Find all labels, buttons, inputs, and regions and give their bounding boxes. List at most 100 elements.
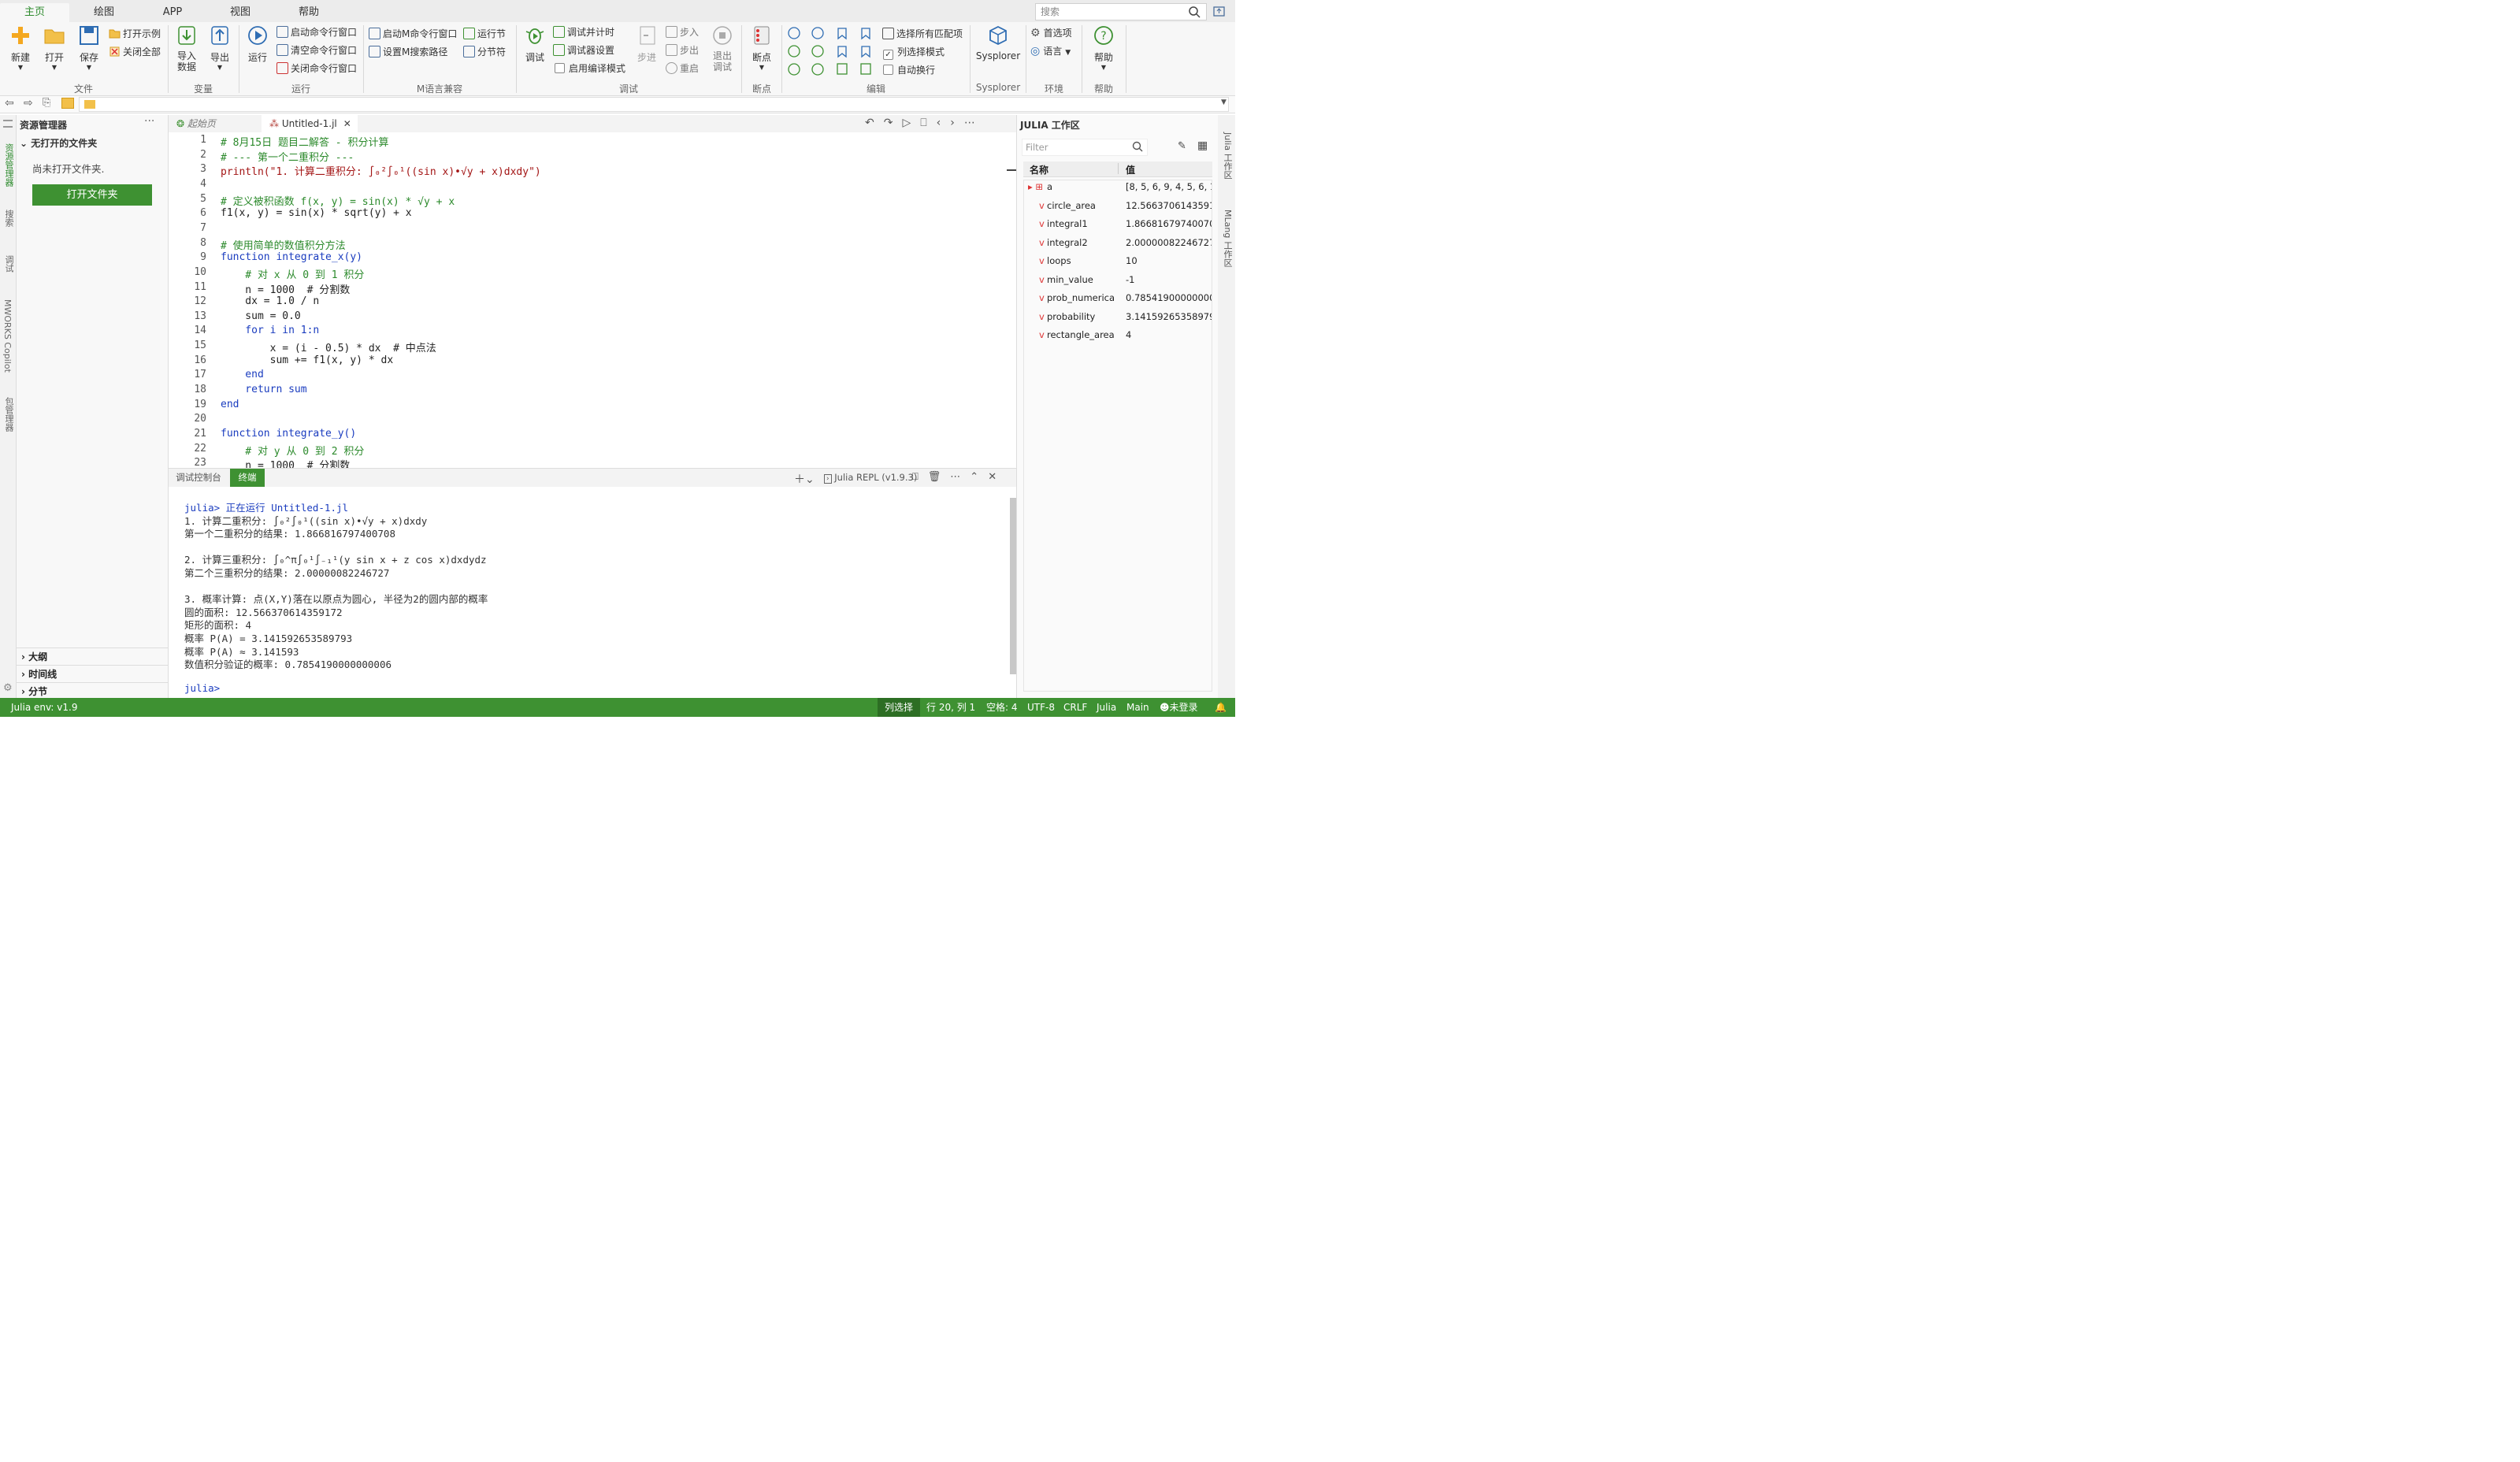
column-select-checkbox[interactable]: ✓ 列选择模式: [883, 45, 945, 60]
restart-button[interactable]: 重启: [666, 61, 699, 76]
activity-package-manager[interactable]: 包管理器: [2, 397, 15, 432]
code-line[interactable]: n = 1000 # 分割数: [221, 457, 350, 468]
terminal[interactable]: julia> 正在运行 Untitled-1.jl 1. 计算二重积分: ∫₀²∫…: [169, 487, 1016, 698]
code-line[interactable]: # 使用简单的数值积分方法: [221, 237, 346, 252]
close-all-button[interactable]: 关闭全部: [109, 45, 161, 59]
notifications-icon[interactable]: 🔔: [1215, 698, 1227, 717]
forward-arrow-icon[interactable]: ⇨: [24, 97, 33, 109]
search-icon[interactable]: [1188, 6, 1201, 18]
debug-button[interactable]: 调试: [521, 25, 548, 64]
workspace-row[interactable]: v rectangle_area 4: [1023, 326, 1212, 344]
help-button[interactable]: ? 帮助 ▼: [1090, 25, 1117, 71]
code-line[interactable]: dx = 1.0 / n: [221, 295, 319, 307]
status-env[interactable]: Julia env: v1.9: [11, 698, 77, 717]
grid-view-icon[interactable]: ▦: [1197, 139, 1208, 152]
activity-mlang-workspace[interactable]: MLang 工作区: [1221, 210, 1234, 267]
open-example-button[interactable]: 打开示例: [109, 27, 161, 41]
more-icon[interactable]: ···: [144, 115, 154, 128]
section-break-button[interactable]: 分节符: [463, 45, 506, 59]
auto-wrap-checkbox[interactable]: 自动换行: [883, 63, 935, 77]
status-encoding[interactable]: UTF-8: [1027, 698, 1055, 717]
back-arrow-icon[interactable]: ⇦: [5, 97, 14, 109]
status-selection-mode[interactable]: 列选择: [878, 698, 920, 717]
code-editor[interactable]: 1 # 8月15日 题目二解答 - 积分计算 2 # --- 第一个二重积分 --- 3…: [169, 132, 1016, 468]
code-line[interactable]: end: [221, 369, 264, 380]
open-button[interactable]: 打开 ▼: [41, 25, 68, 71]
col-name-header[interactable]: 名称: [1030, 163, 1048, 176]
path-input[interactable]: [79, 97, 1229, 112]
activity-copilot[interactable]: MWORKS Copilot: [2, 299, 13, 373]
editor-toolbar[interactable]: ↶↷▷⎕‹›⋯: [865, 117, 985, 129]
code-line[interactable]: # 定义被积函数 f(x, y) = sin(x) * √y + x: [221, 193, 455, 208]
code-line[interactable]: function integrate_y(): [221, 428, 356, 440]
clear-icon[interactable]: ✎: [1178, 140, 1186, 152]
workspace-row[interactable]: vprob_numerica 0.78541900000000...: [1023, 289, 1212, 307]
workspace-row[interactable]: v integral1 1.866816797400708: [1023, 215, 1212, 233]
timeline-section[interactable]: › 时间线: [21, 667, 57, 681]
workspace-row[interactable]: v probability 3.141592653589793: [1023, 308, 1212, 326]
enable-compile-checkbox[interactable]: 启用编译模式: [555, 61, 625, 76]
workspace-row[interactable]: ▸ ⊞a [8, 5, 6, 9, 4, 5, 6, 1,...: [1023, 178, 1212, 196]
status-indentation[interactable]: 空格: 4: [986, 698, 1018, 717]
tab-view[interactable]: 视图: [206, 3, 274, 22]
close-icon[interactable]: ✕: [343, 118, 351, 129]
gear-icon[interactable]: ⚙: [3, 682, 13, 694]
code-line[interactable]: # 8月15日 题目二解答 - 积分计算: [221, 134, 388, 149]
step-in-button[interactable]: 步入: [666, 25, 699, 39]
status-login[interactable]: ☻未登录: [1160, 698, 1198, 717]
browse-folder-icon[interactable]: [61, 98, 74, 109]
code-line[interactable]: # --- 第一个二重积分 ---: [221, 149, 354, 164]
repl-selector[interactable]: › Julia REPL (v1.9.3): [824, 472, 917, 484]
status-language[interactable]: Julia: [1097, 698, 1116, 717]
code-line[interactable]: # 对 y 从 0 到 2 积分: [221, 443, 364, 458]
tab-app[interactable]: APP: [139, 3, 206, 22]
step-button[interactable]: 步进: [633, 25, 660, 64]
code-line[interactable]: n = 1000 # 分割数: [221, 281, 350, 296]
close-cmd-window-button[interactable]: 关闭命令行窗口: [276, 61, 357, 76]
debugger-settings-button[interactable]: 调试器设置: [553, 43, 614, 58]
open-folder-button[interactable]: 打开文件夹: [32, 184, 152, 206]
status-eol[interactable]: CRLF: [1063, 698, 1087, 717]
code-line[interactable]: function integrate_x(y): [221, 251, 362, 263]
code-line[interactable]: println("1. 计算二重积分: ∫₀²∫₀¹((sin x)•√y + …: [221, 163, 541, 178]
search-input[interactable]: 搜索: [1035, 3, 1207, 20]
code-line[interactable]: # 对 x 从 0 到 1 积分: [221, 266, 364, 281]
status-cursor-position[interactable]: 行 20, 列 1: [926, 698, 975, 717]
activity-debug[interactable]: 调试: [2, 255, 15, 273]
breakpoint-button[interactable]: 断点 ▼: [748, 25, 775, 71]
workspace-row[interactable]: v loops 10: [1023, 252, 1212, 270]
code-line[interactable]: sum = 0.0: [221, 310, 300, 322]
export-button[interactable]: 导出 ▼: [206, 25, 233, 71]
import-data-button[interactable]: 导入 数据: [173, 25, 200, 72]
workspace-row[interactable]: vcircle_area 12.5663706143591...: [1023, 197, 1212, 215]
terminal-scrollbar[interactable]: [1010, 498, 1016, 674]
sections-section[interactable]: › 分节: [21, 685, 47, 698]
workspace-row[interactable]: v min_value -1: [1023, 271, 1212, 289]
language-button[interactable]: ◎ 语言 ▼: [1030, 44, 1071, 58]
tab-debug-console[interactable]: 调试控制台: [169, 469, 228, 487]
set-m-path-button[interactable]: 设置M搜索路径: [369, 45, 447, 59]
sysplorer-button[interactable]: Sysplorer: [975, 25, 1021, 61]
search-icon[interactable]: [1132, 141, 1143, 152]
run-button[interactable]: 运行: [244, 25, 271, 64]
edit-icon-grid[interactable]: [788, 27, 876, 76]
new-button[interactable]: 新建 ▼: [6, 25, 35, 71]
chevron-down-icon[interactable]: ▼: [1221, 98, 1227, 106]
tab-start-page[interactable]: ❂ 起始页: [169, 115, 262, 132]
tab-home[interactable]: 主页: [0, 3, 69, 22]
workspace-row[interactable]: v integral2 2.00000082246727: [1023, 234, 1212, 252]
add-terminal-icon[interactable]: ＋⌄: [794, 471, 815, 487]
no-folder-section[interactable]: ⌄ 无打开的文件夹: [20, 136, 97, 150]
tab-terminal[interactable]: 终端: [230, 469, 265, 487]
panel-toolbar[interactable]: ⎕🗑⋯⌃✕: [912, 471, 1006, 483]
code-line[interactable]: x = (i - 0.5) * dx # 中点法: [221, 340, 436, 354]
code-line[interactable]: return sum: [221, 384, 306, 395]
tab-untitled-1[interactable]: ⁂ Untitled-1.jl ✕: [262, 115, 358, 132]
preferences-button[interactable]: ⚙ 首选项: [1030, 26, 1072, 40]
code-line[interactable]: sum += f1(x, y) * dx: [221, 354, 394, 366]
workspace-filter-input[interactable]: Filter: [1022, 139, 1148, 156]
menu-icon[interactable]: [3, 120, 13, 128]
code-line[interactable]: end: [221, 399, 239, 410]
clear-cmd-window-button[interactable]: 清空命令行窗口: [276, 43, 357, 58]
tab-plot[interactable]: 绘图: [69, 3, 139, 22]
